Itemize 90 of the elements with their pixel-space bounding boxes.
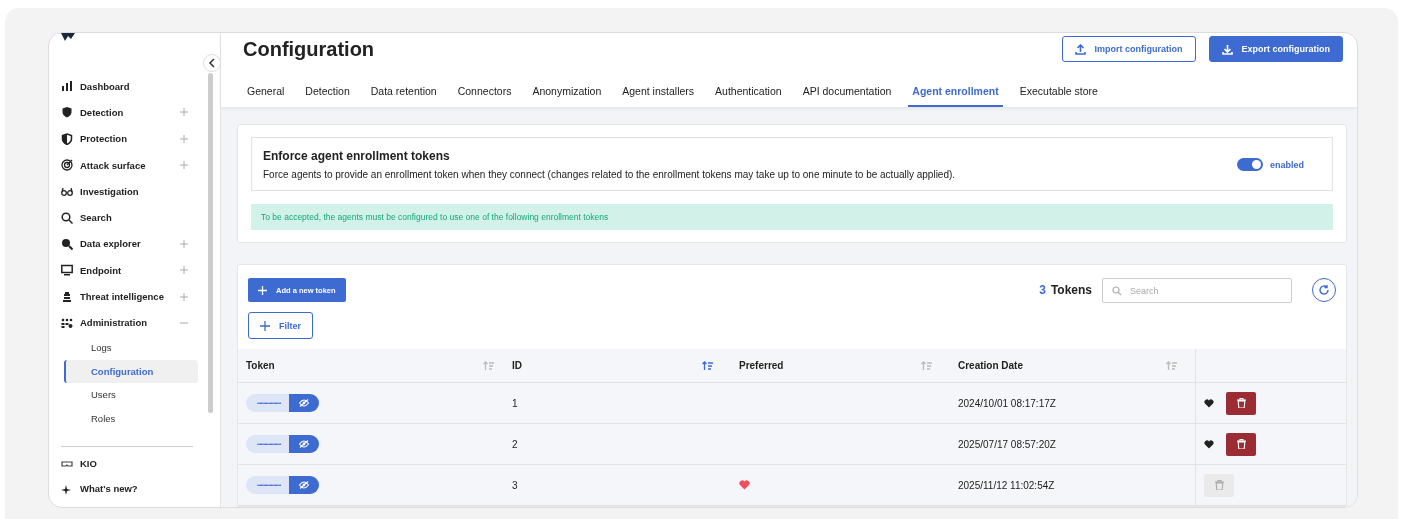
table-cell-text: 1 [512, 396, 519, 411]
sort-icon[interactable] [702, 360, 713, 371]
filter-button[interactable]: Filter [248, 312, 313, 339]
half-shield-icon [61, 132, 73, 145]
eye-off-icon [298, 440, 309, 448]
tab[interactable]: Agent installers [622, 75, 695, 107]
download-icon [1221, 43, 1233, 55]
table-cell-text: 2 [512, 437, 519, 452]
people-icon [61, 316, 73, 329]
tower-icon [61, 290, 73, 303]
plus-icon [258, 285, 267, 295]
plus-icon[interactable] [180, 161, 188, 170]
delete-button[interactable] [1226, 391, 1256, 415]
column-header[interactable]: Token [238, 349, 512, 382]
table-cell-text: 2025/07/17 08:57:20Z [957, 437, 1057, 452]
plus-icon[interactable] [180, 266, 188, 275]
trash-icon [1236, 398, 1246, 408]
column-header[interactable]: Preferred [731, 349, 950, 382]
table-cell-text: 2024/10/01 08:17:17Z [957, 396, 1057, 411]
refresh-icon [1318, 284, 1330, 296]
tab[interactable]: Connectors [457, 75, 512, 107]
heart-icon [1204, 398, 1214, 408]
toggle-label: enabled [1270, 159, 1304, 170]
nav-item[interactable]: Dashboard [61, 73, 208, 100]
nav-subitem[interactable]: Logs [64, 335, 198, 360]
search-icon [61, 211, 73, 224]
plus-icon[interactable] [180, 134, 188, 143]
token-count-label: Tokens [1050, 282, 1092, 299]
nav-item[interactable]: Data explorer [61, 230, 208, 258]
heart-icon [1204, 439, 1214, 449]
search-icon [1112, 286, 1122, 296]
scrollbar[interactable] [208, 73, 213, 413]
collapse-button[interactable] [203, 54, 221, 72]
nav-subitem[interactable]: Configuration [64, 359, 198, 384]
target-icon [61, 159, 73, 172]
nav-item[interactable]: Threat intelligence [61, 283, 208, 310]
reveal-button[interactable] [288, 435, 319, 453]
nav-item[interactable]: Search [61, 204, 208, 231]
heart-button[interactable] [1204, 398, 1214, 408]
nav-item[interactable]: Attack surface [61, 151, 208, 179]
logo-icon [61, 33, 75, 41]
export-button[interactable]: Export configuration [1208, 36, 1343, 62]
zoom-icon [61, 237, 73, 250]
nav-item[interactable]: Protection [61, 125, 208, 152]
plus-icon [260, 320, 270, 331]
plus-icon[interactable] [180, 292, 188, 301]
delete-button[interactable] [1226, 432, 1256, 456]
nav-item[interactable]: KIO [61, 451, 208, 477]
eye-off-icon [298, 481, 309, 489]
import-button[interactable]: Import configuration [1061, 36, 1196, 62]
nav-item[interactable]: Investigation [61, 178, 208, 205]
glasses-icon [61, 185, 73, 198]
reveal-button[interactable] [288, 476, 319, 494]
reveal-button[interactable] [288, 394, 319, 412]
nav-item[interactable]: What's new? [61, 476, 208, 502]
nav-item[interactable]: Administration [61, 309, 208, 336]
nav-item[interactable]: Endpoint [61, 257, 208, 284]
notice: To be accepted, the agents must be configured to use one of the following enrollment tokens [251, 204, 1333, 230]
toggle-switch[interactable] [1237, 158, 1263, 171]
trash-icon [1236, 439, 1246, 449]
token-count: 3 [1039, 282, 1046, 299]
plus-icon[interactable] [180, 108, 188, 117]
search-field[interactable]: Search [1102, 278, 1292, 303]
nav-subitem[interactable]: Users [64, 383, 198, 407]
column-header[interactable]: ID [512, 349, 731, 382]
tab[interactable]: API documentation [802, 75, 892, 107]
tab[interactable]: Executable store [1019, 75, 1098, 107]
shield-icon [61, 106, 73, 119]
refresh-button[interactable] [1312, 278, 1336, 302]
heart-button[interactable] [1204, 439, 1214, 449]
tab[interactable]: Anonymization [532, 75, 602, 107]
description: Force agents to provide an enrollment token when they connect (changes related to the enrollment tokens may take up to one minute to be actually applied). [263, 169, 957, 180]
tab[interactable]: Authentication [715, 75, 782, 107]
tab[interactable]: General [247, 75, 285, 107]
tab[interactable]: Detection [305, 75, 350, 107]
column-header[interactable]: Creation Date [950, 349, 1195, 382]
table-cell-text: 3 [512, 478, 519, 493]
table-cell-text: 2025/11/12 11:02:54Z [957, 478, 1056, 493]
section-title: Enforce agent enrollment tokens [263, 149, 451, 163]
chevron-left-icon [208, 58, 216, 68]
upload-icon [1074, 43, 1086, 55]
eye-off-icon [298, 399, 309, 407]
bars-icon [61, 80, 73, 93]
page-title: Configuration [243, 37, 375, 61]
monitor-icon [61, 264, 73, 277]
tab[interactable]: Data retention [370, 75, 437, 107]
nav-item[interactable]: Detection [61, 99, 208, 126]
plus-icon[interactable] [180, 239, 188, 248]
nav-subitem[interactable]: Roles [64, 406, 198, 431]
trash-icon [1214, 480, 1224, 490]
